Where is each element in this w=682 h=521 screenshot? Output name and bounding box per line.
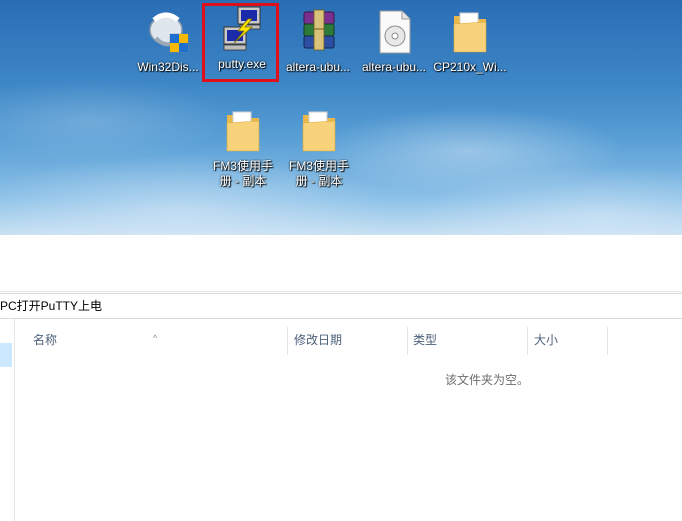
- desktop: Win32Dis... putty.exe altera-ubu... alte…: [0, 0, 682, 235]
- column-label: 类型: [413, 333, 438, 347]
- folder-icon: [446, 8, 494, 56]
- folder-icon: [219, 107, 267, 155]
- nav-selected-item[interactable]: [0, 343, 12, 367]
- icon-label-line2: 册 - 副本: [295, 174, 343, 188]
- address-text: PC打开PuTTY上电: [0, 299, 103, 313]
- column-label: 名称: [33, 333, 58, 347]
- icon-label: altera-ubu...: [285, 60, 351, 74]
- empty-folder-message: 该文件夹为空。: [445, 373, 530, 387]
- icon-label: FM3使用手 册 - 副本: [281, 159, 357, 189]
- sort-ascending-icon: ^: [153, 333, 158, 343]
- icon-label: FM3使用手 册 - 副本: [205, 159, 281, 189]
- selection-highlight-box: [202, 3, 279, 82]
- address-bar[interactable]: PC打开PuTTY上电: [0, 293, 682, 319]
- icon-label: altera-ubu...: [361, 60, 427, 74]
- icon-label: CP210x_Wi...: [433, 60, 507, 74]
- desktop-icon-altera-iso[interactable]: altera-ubu...: [356, 8, 432, 75]
- column-header-size[interactable]: 大小: [528, 327, 608, 355]
- column-label: 修改日期: [294, 333, 343, 347]
- desktop-icon-altera-rar[interactable]: altera-ubu...: [280, 8, 356, 75]
- ribbon-area: [0, 235, 682, 292]
- desktop-icon-cp210x[interactable]: CP210x_Wi...: [432, 8, 508, 75]
- desktop-icon-fm3-copy-2[interactable]: FM3使用手 册 - 副本: [281, 107, 357, 189]
- column-header-date-modified[interactable]: 修改日期: [288, 327, 408, 355]
- navigation-pane[interactable]: [0, 319, 15, 521]
- icon-label: Win32Dis...: [137, 60, 199, 74]
- win32-disk-imager-icon: [144, 8, 192, 56]
- desktop-icon-fm3-copy-1[interactable]: FM3使用手 册 - 副本: [205, 107, 281, 189]
- icon-label-line1: FM3使用手: [288, 159, 349, 173]
- icon-label-line1: FM3使用手: [212, 159, 273, 173]
- winrar-archive-icon: [294, 8, 342, 56]
- desktop-icon-win32diskimager[interactable]: Win32Dis...: [130, 8, 206, 75]
- icon-label-line2: 册 - 副本: [219, 174, 267, 188]
- column-label: 大小: [534, 333, 559, 347]
- disc-image-file-icon: [370, 8, 418, 56]
- column-header-row: ^ 名称 修改日期 类型 大小: [15, 319, 682, 359]
- folder-icon: [295, 107, 343, 155]
- column-header-type[interactable]: 类型: [408, 327, 528, 355]
- column-header-name[interactable]: ^ 名称: [15, 327, 288, 355]
- file-explorer-window: PC打开PuTTY上电 ^ 名称 修改日期 类型 大小 该文件夹为空。: [0, 235, 682, 521]
